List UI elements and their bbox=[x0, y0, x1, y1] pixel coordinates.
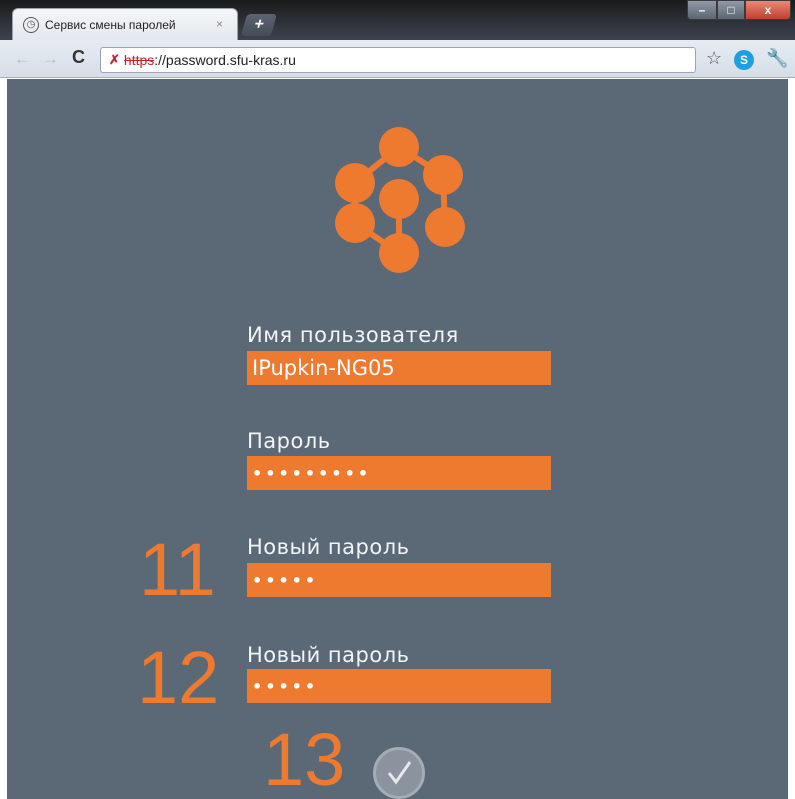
step-number-12: 12 bbox=[137, 636, 220, 719]
browser-toolbar: ← → C ✗ https ://password.sfu-kras.ru ☆ … bbox=[0, 40, 795, 78]
close-window-button[interactable]: x bbox=[745, 0, 791, 20]
star-icon[interactable]: ☆ bbox=[706, 48, 722, 69]
tab-title: Сервис смены паролей bbox=[45, 17, 176, 32]
confirm-password-input[interactable]: ••••• bbox=[247, 669, 551, 703]
tab-close-icon[interactable]: × bbox=[216, 17, 223, 31]
password-input[interactable]: ••••••••• bbox=[247, 456, 551, 490]
url-scheme: https bbox=[123, 52, 155, 68]
checkmark-icon bbox=[387, 761, 412, 785]
password-label: Пароль bbox=[247, 429, 331, 453]
username-input[interactable]: IPupkin-NG05 bbox=[247, 351, 551, 385]
minimize-button[interactable]: – bbox=[687, 0, 717, 20]
page-content: Имя пользователя IPupkin-NG05 Пароль •••… bbox=[7, 79, 788, 799]
logo-icon bbox=[335, 127, 465, 273]
new-password-label: Новый пароль bbox=[247, 535, 410, 559]
forward-arrow-icon[interactable]: → bbox=[42, 49, 59, 69]
window-controls: – □ x bbox=[687, 0, 791, 20]
browser-tab[interactable]: ◷ Сервис смены паролей × bbox=[12, 8, 238, 40]
skype-icon[interactable]: S bbox=[734, 50, 754, 70]
step-number-11: 11 bbox=[139, 528, 216, 611]
url-text: ://password.sfu-kras.ru bbox=[154, 52, 296, 68]
submit-button[interactable] bbox=[373, 747, 425, 799]
address-bar[interactable]: ✗ https ://password.sfu-kras.ru bbox=[100, 47, 696, 73]
maximize-button[interactable]: □ bbox=[717, 0, 745, 20]
broken-lock-icon: ✗ bbox=[109, 52, 120, 67]
wrench-icon[interactable]: 🔧 bbox=[766, 48, 788, 69]
new-tab-button[interactable]: + bbox=[241, 14, 277, 36]
globe-favicon-icon: ◷ bbox=[23, 16, 39, 33]
back-arrow-icon[interactable]: ← bbox=[14, 49, 31, 69]
confirm-password-label: Новый пароль bbox=[247, 643, 410, 667]
new-password-input[interactable]: ••••• bbox=[247, 563, 551, 597]
reload-icon[interactable]: C bbox=[72, 47, 85, 68]
browser-titlebar: ◷ Сервис смены паролей × + – □ x bbox=[0, 0, 795, 40]
step-number-13: 13 bbox=[263, 718, 346, 799]
username-label: Имя пользователя bbox=[247, 323, 459, 347]
